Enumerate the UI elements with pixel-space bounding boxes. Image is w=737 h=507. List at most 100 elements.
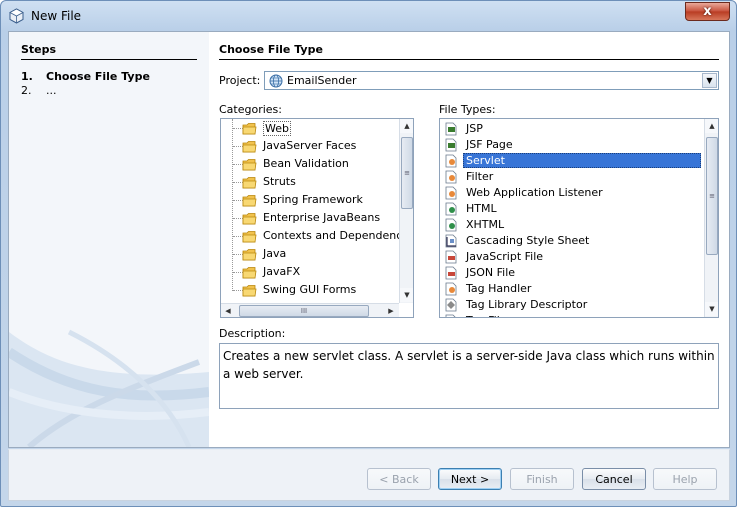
file-type-item[interactable]: Servlet (440, 153, 704, 169)
category-label: Struts (263, 175, 296, 188)
chevron-down-icon[interactable]: ▼ (702, 73, 717, 88)
button-bar: < Back Next > Finish Cancel Help (8, 449, 730, 501)
description-text: Creates a new servlet class. A servlet i… (219, 343, 719, 409)
file-type-label: XHTML (466, 218, 505, 231)
category-label: JavaServer Faces (263, 139, 357, 152)
file-types-list[interactable]: JSP JSF Page Servlet Filter Web Application … (439, 118, 719, 318)
category-label: Java (263, 247, 287, 260)
file-type-label: Servlet (466, 154, 505, 167)
category-label: Bean Validation (263, 157, 349, 170)
close-button[interactable]: x (685, 2, 730, 21)
scroll-thumb[interactable]: ≡ (706, 137, 718, 255)
folder-icon (242, 285, 257, 297)
file-type-item[interactable]: JavaScript File (440, 249, 704, 265)
file-type-item[interactable]: Cascading Style Sheet (440, 233, 704, 249)
netbeans-cube-icon (9, 8, 24, 24)
category-item[interactable]: Spring Framework (221, 192, 399, 208)
description-label: Description: (219, 327, 286, 340)
scroll-left-icon[interactable]: ◀ (221, 304, 235, 317)
project-select[interactable]: EmailSender ▼ (264, 71, 719, 90)
scroll-down-icon[interactable]: ▼ (705, 302, 718, 316)
xhtml-file-icon (445, 218, 457, 232)
categories-vertical-scrollbar[interactable]: ▲ ≡ ▼ (399, 119, 413, 303)
categories-tree[interactable]: Web JavaServer Faces Bean Validation Struts… (220, 118, 414, 318)
step-number: 1. (21, 70, 33, 83)
steps-divider (21, 59, 197, 60)
file-type-label: JSP (466, 122, 483, 135)
folder-icon (242, 267, 257, 279)
steps-title: Steps (21, 43, 57, 56)
file-type-label: JavaScript File (466, 250, 544, 263)
folder-icon (242, 249, 257, 261)
file-type-label: Tag File (466, 314, 507, 317)
file-type-label: Filter (466, 170, 494, 183)
cancel-button[interactable]: Cancel (582, 468, 646, 490)
file-type-item[interactable]: HTML (440, 201, 704, 217)
html-file-icon (445, 202, 457, 216)
category-item[interactable]: Java (221, 246, 399, 262)
category-item[interactable]: Bean Validation (221, 156, 399, 172)
category-label: Spring Framework (263, 193, 363, 206)
help-button[interactable]: Help (653, 468, 717, 490)
file-type-item[interactable]: JSON File (440, 265, 704, 281)
file-types-label: File Types: (439, 103, 496, 116)
file-type-label: Cascading Style Sheet (466, 234, 590, 247)
category-item[interactable]: Enterprise JavaBeans (221, 210, 399, 226)
project-label: Project: (219, 74, 261, 87)
category-label: Swing GUI Forms (263, 283, 357, 296)
category-item[interactable]: Web (221, 120, 399, 136)
servlet-file-icon (445, 154, 457, 168)
css-file-icon (445, 234, 457, 248)
folder-icon (242, 159, 257, 171)
file-type-item[interactable]: Tag Handler (440, 281, 704, 297)
tag-file-icon (445, 314, 456, 317)
scroll-down-icon[interactable]: ▼ (400, 288, 413, 302)
file-type-label: Web Application Listener (466, 186, 603, 199)
folder-icon (242, 123, 257, 135)
page-title-divider (219, 59, 719, 60)
project-value: EmailSender (287, 74, 357, 87)
page-title: Choose File Type (219, 43, 323, 56)
scroll-up-icon[interactable]: ▲ (400, 119, 413, 133)
json-file-icon (445, 266, 457, 280)
back-button[interactable]: < Back (367, 468, 431, 490)
scroll-thumb[interactable]: ≡ (401, 137, 413, 209)
category-item[interactable]: JavaServer Faces (221, 138, 399, 154)
finish-button[interactable]: Finish (510, 468, 574, 490)
horizontal-scroll-thumb[interactable]: III (239, 305, 369, 317)
next-button[interactable]: Next > (438, 468, 502, 490)
steps-pane: Steps 1. Choose File Type 2.... (9, 32, 209, 447)
step-2: 2.... (21, 84, 57, 97)
file-type-item[interactable]: JSF Page (440, 137, 704, 153)
category-label: Enterprise JavaBeans (263, 211, 381, 224)
step-number: 2. (21, 84, 32, 97)
file-type-item[interactable]: Web Application Listener (440, 185, 704, 201)
category-item[interactable]: Contexts and Dependency Injection (221, 228, 413, 244)
category-label: Web (263, 121, 291, 136)
file-type-label: Tag Handler (466, 282, 532, 295)
file-type-item[interactable]: Filter (440, 169, 704, 185)
category-item[interactable]: Swing GUI Forms (221, 282, 399, 298)
category-item[interactable]: JavaFX (221, 264, 399, 280)
wizard-panel: Steps 1. Choose File Type 2.... Choose Fi… (8, 31, 730, 448)
jsp-file-icon (445, 122, 457, 136)
folder-icon (242, 177, 257, 189)
file-type-item[interactable]: JSP (440, 121, 704, 137)
file-type-item[interactable]: Tag File (440, 313, 704, 317)
new-file-dialog: New File x Steps 1. Choose File Type 2...… (0, 0, 737, 507)
close-icon: x (703, 4, 712, 19)
category-item[interactable]: Struts (221, 174, 399, 190)
file-type-item[interactable]: Tag Library Descriptor (440, 297, 704, 313)
file-types-vertical-scrollbar[interactable]: ▲ ≡ ▼ (704, 119, 718, 317)
category-label: Contexts and Dependency Injection (263, 229, 413, 242)
file-type-item[interactable]: XHTML (440, 217, 704, 233)
scroll-right-icon[interactable]: ▶ (384, 304, 398, 317)
step-label: ... (46, 84, 57, 97)
category-label: JavaFX (263, 265, 301, 278)
step-1: 1. Choose File Type (21, 70, 150, 83)
scroll-up-icon[interactable]: ▲ (705, 119, 718, 133)
listener-file-icon (445, 186, 457, 200)
categories-horizontal-scrollbar[interactable]: ◀ III ▶ (221, 303, 399, 317)
title-bar[interactable]: New File x (1, 1, 736, 31)
jsf-file-icon (445, 138, 457, 152)
